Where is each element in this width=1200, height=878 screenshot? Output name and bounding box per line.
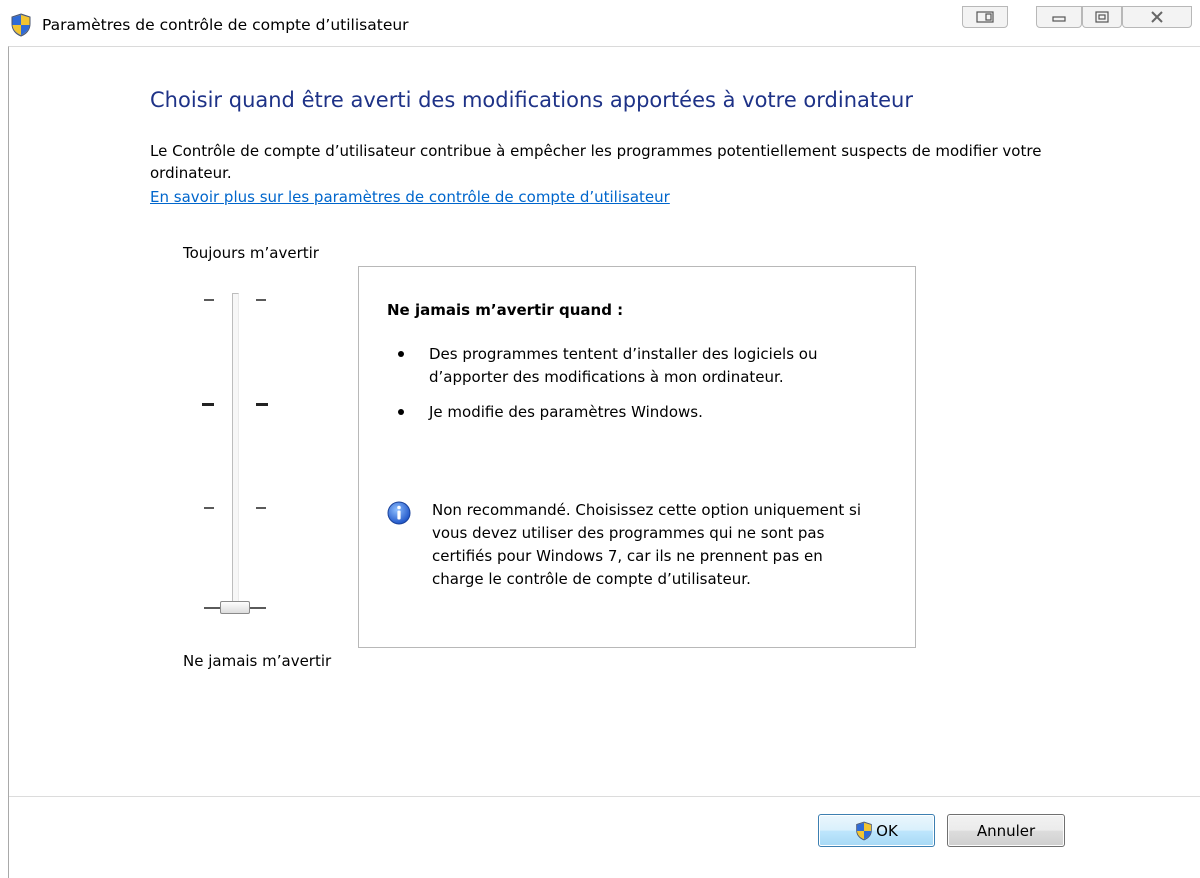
slider-top-label: Toujours m’avertir bbox=[183, 244, 319, 262]
slider-tick-right bbox=[256, 403, 268, 406]
cancel-button[interactable]: Annuler bbox=[947, 814, 1065, 847]
slider-tick-left bbox=[204, 607, 220, 609]
level-description-panel: Ne jamais m’avertir quand : Des programm… bbox=[358, 266, 916, 648]
title-bar: Paramètres de contrôle de compte d’utili… bbox=[0, 0, 1200, 46]
slider-track[interactable] bbox=[232, 293, 239, 613]
list-item: Des programmes tentent d’installer des l… bbox=[389, 343, 889, 389]
maximize-button[interactable] bbox=[1082, 6, 1122, 28]
slider-thumb[interactable] bbox=[220, 601, 250, 614]
slider-tick-left bbox=[204, 299, 214, 301]
cancel-button-label: Annuler bbox=[976, 821, 1036, 840]
note-text: Non recommandé. Choisissez cette option … bbox=[432, 501, 862, 588]
uac-shield-icon bbox=[11, 13, 31, 37]
minimize-icon bbox=[1052, 16, 1066, 22]
uac-shield-icon bbox=[856, 821, 872, 840]
bullet-list: Des programmes tentent d’installer des l… bbox=[389, 343, 889, 436]
bullet-icon bbox=[398, 409, 404, 415]
close-icon bbox=[1151, 11, 1163, 23]
panel-heading: Ne jamais m’avertir quand : bbox=[387, 301, 624, 319]
help-pane-icon bbox=[976, 11, 994, 23]
bullet-text: Je modifie des paramètres Windows. bbox=[429, 403, 703, 421]
slider-tick-right bbox=[256, 507, 266, 509]
slider-tick-left bbox=[204, 507, 214, 509]
slider-bottom-label: Ne jamais m’avertir bbox=[183, 652, 332, 670]
ok-button-label: OK bbox=[876, 821, 898, 840]
close-button[interactable] bbox=[1122, 6, 1192, 28]
learn-more-link[interactable]: En savoir plus sur les paramètres de con… bbox=[150, 188, 670, 206]
bullet-text: Des programmes tentent d’installer des l… bbox=[429, 345, 818, 386]
slider-tick-left bbox=[202, 403, 214, 406]
window-title: Paramètres de contrôle de compte d’utili… bbox=[42, 16, 409, 34]
help-pane-button[interactable] bbox=[962, 6, 1008, 28]
page-description: Le Contrôle de compte d’utilisateur cont… bbox=[150, 142, 1042, 182]
slider-tick-right bbox=[250, 607, 266, 609]
notification-level-slider[interactable] bbox=[190, 285, 290, 625]
slider-tick-right bbox=[256, 299, 266, 301]
page-heading: Choisir quand être averti des modificati… bbox=[150, 88, 913, 112]
list-item: Je modifie des paramètres Windows. bbox=[389, 401, 889, 424]
footer-divider bbox=[9, 796, 1200, 797]
minimize-button[interactable] bbox=[1036, 6, 1082, 28]
bullet-icon bbox=[398, 351, 404, 357]
ok-button[interactable]: OK bbox=[818, 814, 935, 847]
maximize-icon bbox=[1095, 11, 1109, 23]
info-icon bbox=[387, 501, 411, 525]
